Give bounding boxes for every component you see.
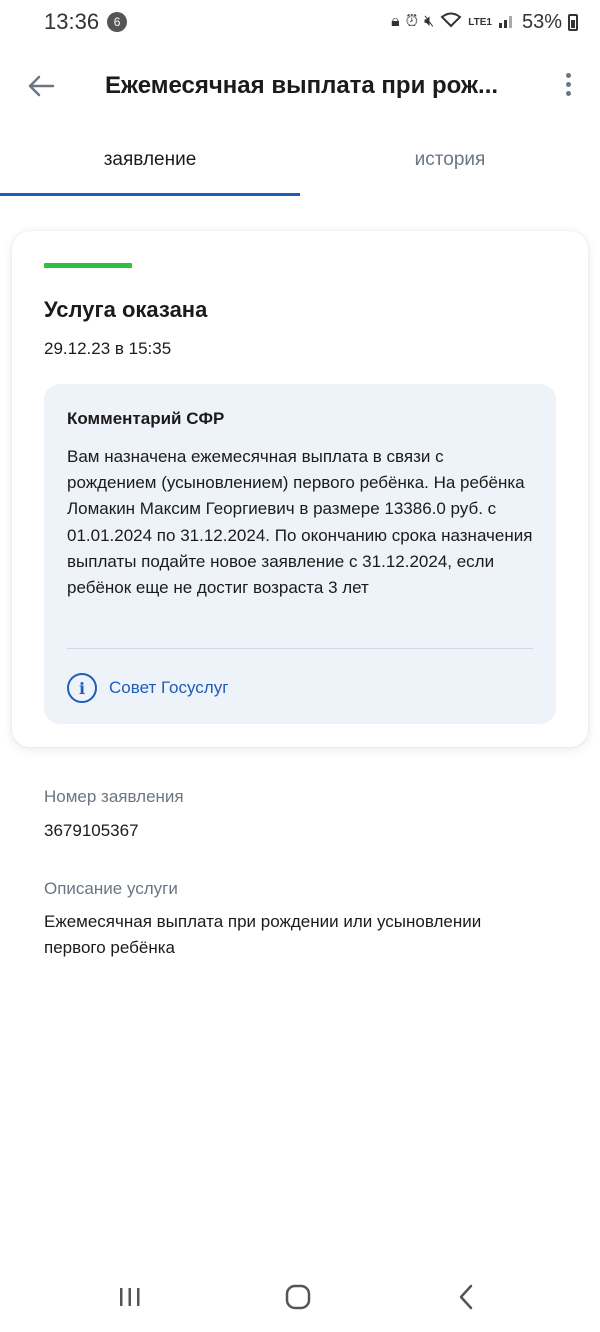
home-icon bbox=[285, 1284, 311, 1310]
page-title: Ежемесячная выплата при рож... bbox=[105, 72, 499, 99]
info-icon: i bbox=[67, 673, 97, 703]
tab-application[interactable]: заявление bbox=[0, 130, 300, 196]
comment-title: Комментарий СФР bbox=[67, 409, 225, 428]
status-indicator bbox=[44, 263, 132, 268]
system-nav-bar bbox=[0, 1262, 600, 1332]
more-options-button[interactable] bbox=[553, 67, 583, 101]
advice-link[interactable]: Совет Госуслуг bbox=[109, 678, 228, 698]
battery-icon bbox=[568, 13, 578, 31]
comment-text: Вам назначена ежемесячная выплата в связ… bbox=[67, 447, 533, 598]
app-bar: Ежемесячная выплата при рож... bbox=[0, 55, 600, 115]
application-number-value: 3679105367 bbox=[44, 821, 139, 840]
tab-history[interactable]: история bbox=[300, 130, 600, 196]
recent-apps-icon bbox=[120, 1288, 140, 1306]
tab-bar: заявление история bbox=[0, 130, 600, 196]
application-number-label: Номер заявления bbox=[44, 787, 184, 806]
lock-icon: 🔒︎ bbox=[391, 13, 400, 30]
mute-icon: 🔇︎ bbox=[424, 13, 435, 30]
status-title: Услуга оказана bbox=[44, 297, 208, 322]
back-button[interactable] bbox=[24, 69, 58, 103]
battery-percent: 53% bbox=[521, 10, 562, 33]
status-time: 13:36 bbox=[44, 9, 100, 34]
back-nav-button[interactable] bbox=[436, 1282, 496, 1312]
comment-box: Комментарий СФР Вам назначена ежемесячна… bbox=[44, 384, 556, 724]
status-bar: 13:36 6 🔒︎ ⏰︎ 🔇︎ LTE1 53% bbox=[0, 0, 600, 44]
alarm-icon: ⏰︎ bbox=[405, 13, 419, 30]
divider bbox=[67, 648, 533, 649]
recent-apps-button[interactable] bbox=[100, 1282, 160, 1312]
signal-icon bbox=[498, 12, 516, 33]
more-vert-icon bbox=[565, 72, 571, 78]
service-description-label: Описание услуги bbox=[44, 879, 178, 898]
service-description-value: Ежемесячная выплата при рождении или усы… bbox=[44, 912, 482, 957]
lte-label: LTE1 bbox=[468, 16, 492, 28]
home-button[interactable] bbox=[268, 1282, 328, 1312]
status-date: 29.12.23 в 15:35 bbox=[44, 339, 172, 358]
advice-link-row[interactable]: i Совет Госуслуг bbox=[67, 673, 228, 703]
status-card: Услуга оказана 29.12.23 в 15:35 Коммента… bbox=[12, 231, 588, 747]
wifi-icon bbox=[440, 12, 462, 33]
notification-count-badge: 6 bbox=[107, 12, 128, 32]
chevron-left-icon bbox=[459, 1284, 473, 1310]
arrow-left-icon bbox=[28, 75, 55, 97]
